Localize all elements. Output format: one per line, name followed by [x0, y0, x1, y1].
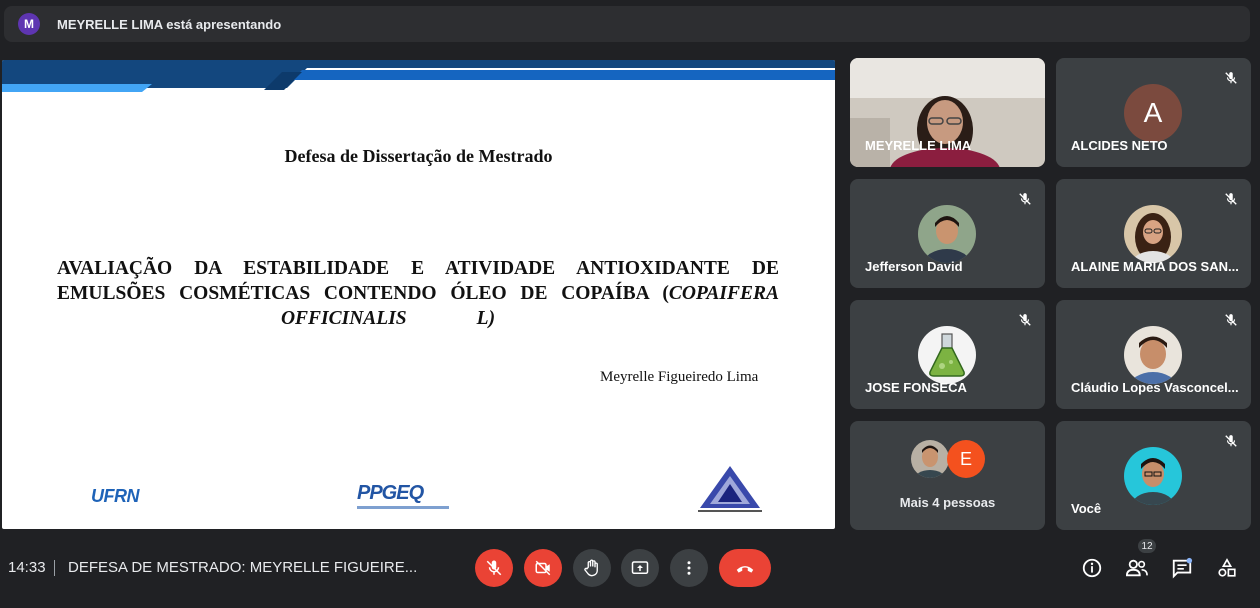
meet-window: M MEYRELLE LIMA está apresentando Defesa…	[0, 0, 1260, 608]
ppgeq-logo: PPGEQ	[357, 482, 449, 509]
camera-toggle-button[interactable]	[524, 549, 562, 587]
flask-avatar-icon	[918, 326, 976, 384]
participant-tile-jefferson-david[interactable]: Jefferson David	[850, 179, 1045, 288]
presenter-banner: M MEYRELLE LIMA está apresentando	[4, 6, 1250, 42]
presenter-avatar: M	[18, 13, 40, 35]
slide-main-line1: AVALIAÇÃO DA ESTABILIDADE E ATIVIDADE AN…	[57, 258, 779, 279]
slide-main-line3-a: OFFICINALIS	[280, 308, 407, 329]
group-avatar-letter: E	[947, 440, 985, 478]
slide-author: Meyrelle Figueiredo Lima	[600, 369, 759, 385]
microphone-toggle-button[interactable]	[475, 549, 513, 587]
participant-tile-claudio-lopes[interactable]: Cláudio Lopes Vasconcel...	[1056, 300, 1251, 409]
divider	[54, 560, 55, 576]
present-screen-icon	[631, 561, 649, 574]
chat-icon	[1172, 557, 1193, 579]
info-icon	[1082, 558, 1102, 578]
more-options-button[interactable]	[670, 549, 708, 587]
participant-tile-self[interactable]: Você	[1056, 421, 1251, 530]
leave-call-button[interactable]	[719, 549, 771, 587]
more-vert-icon	[687, 561, 691, 575]
group-avatar-photo	[911, 440, 949, 478]
participant-tile-more-people[interactable]: E Mais 4 pessoas	[850, 421, 1045, 530]
people-count-badge: 12	[1138, 539, 1156, 553]
participant-tile-meyrelle-lima[interactable]: MEYRELLE LIMA	[850, 58, 1045, 167]
mic-off-icon	[1221, 68, 1241, 88]
mic-off-icon	[1221, 189, 1241, 209]
present-screen-button[interactable]	[621, 549, 659, 587]
ppgeq-logo-underline	[357, 506, 449, 509]
chat-button[interactable]	[1168, 554, 1196, 582]
camera-off-icon	[535, 560, 551, 576]
participant-name: JOSE FONSECA	[865, 380, 967, 395]
slide-main-line2-a: EMULSÕES COSMÉTICAS CONTENDO ÓLEO DE COP…	[57, 283, 669, 304]
mic-off-icon	[486, 560, 502, 576]
participant-tile-jose-fonseca[interactable]: JOSE FONSECA	[850, 300, 1045, 409]
mic-off-icon	[1015, 310, 1035, 330]
participant-tile-alcides-neto[interactable]: A ALCIDES NETO	[1056, 58, 1251, 167]
raise-hand-button[interactable]	[573, 549, 611, 587]
slide-main-line3: OFFICINALIS L)	[57, 306, 779, 331]
lab-triangle-logo	[698, 466, 762, 512]
mic-off-icon	[1221, 431, 1241, 451]
participant-avatar: A	[1124, 84, 1182, 142]
participant-name: Cláudio Lopes Vasconcel...	[1071, 380, 1239, 395]
participant-name: MEYRELLE LIMA	[865, 138, 972, 153]
slide-main-title: AVALIAÇÃO DA ESTABILIDADE E ATIVIDADE AN…	[57, 256, 779, 331]
slide-main-line3-b: L)	[476, 308, 496, 329]
mic-off-icon	[1015, 189, 1035, 209]
participant-name: Você	[1071, 501, 1102, 516]
ppgeq-logo-text: PPGEQ	[357, 482, 424, 504]
mic-off-icon	[1221, 310, 1241, 330]
slide-main-line2: EMULSÕES COSMÉTICAS CONTENDO ÓLEO DE COP…	[57, 281, 779, 306]
presentation-slide: Defesa de Dissertação de Mestrado AVALIA…	[2, 60, 835, 529]
slide-title: Defesa de Dissertação de Mestrado	[284, 146, 553, 166]
hang-up-icon	[736, 566, 754, 573]
bottom-bar: 14:33 DEFESA DE MESTRADO: MEYRELLE FIGUE…	[0, 539, 1260, 600]
participant-tile-alaine-maria[interactable]: ALAINE MARIA DOS SAN...	[1056, 179, 1251, 288]
participant-name: Mais 4 pessoas	[899, 495, 996, 510]
participant-avatar	[1124, 326, 1182, 384]
activities-button[interactable]	[1213, 554, 1241, 582]
meeting-details-button[interactable]	[1078, 554, 1106, 582]
meeting-time: 14:33	[8, 559, 46, 576]
participant-avatar	[918, 205, 976, 263]
participant-avatar	[1124, 447, 1182, 505]
slide-main-line2-b: COPAIFERA	[668, 283, 779, 304]
participant-name: ALCIDES NETO	[1071, 138, 1168, 153]
activities-icon	[1218, 558, 1236, 577]
participant-avatar	[1124, 205, 1182, 263]
slide-header-stripes	[2, 60, 835, 92]
people-icon	[1125, 559, 1148, 577]
ufrn-logo: UFRN	[91, 486, 140, 506]
people-button[interactable]	[1123, 554, 1151, 582]
participant-name: Jefferson David	[865, 259, 963, 274]
presenter-banner-text: MEYRELLE LIMA está apresentando	[57, 16, 282, 32]
hand-icon	[584, 559, 598, 577]
participant-name: ALAINE MARIA DOS SAN...	[1071, 259, 1239, 274]
meeting-title: DEFESA DE MESTRADO: MEYRELLE FIGUEIRE...	[68, 559, 418, 576]
